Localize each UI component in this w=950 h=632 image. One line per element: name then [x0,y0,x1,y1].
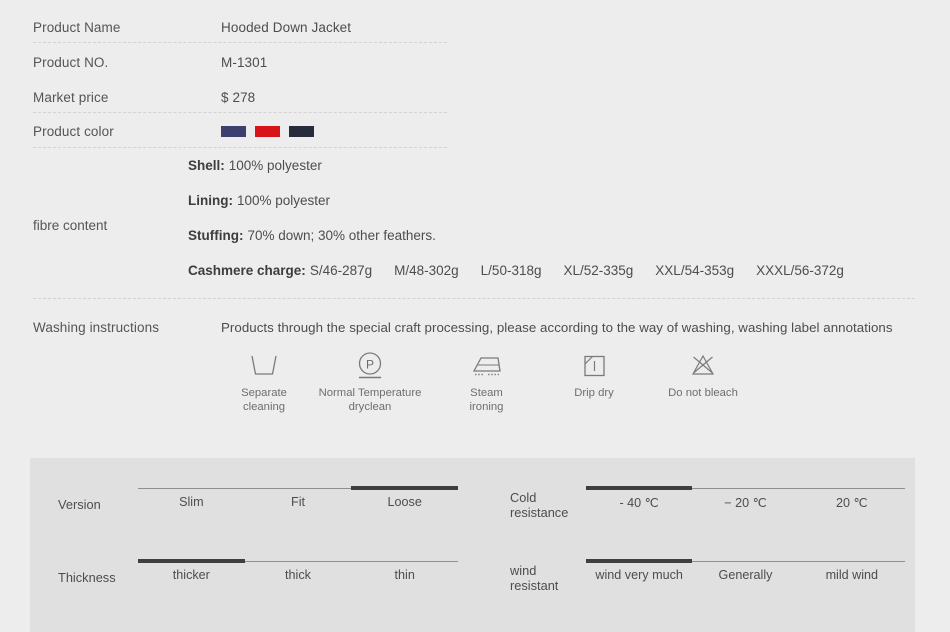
gauge-segment [692,487,799,489]
gauge-label-version: Version [58,497,101,512]
cashmere-size: XXL/54-353g [655,263,735,278]
gauge-segment-active [586,486,693,490]
spec-label-product-name: Product Name [33,20,121,35]
cashmere-size-list: S/46-287g M/48-302g L/50-318g XL/52-335g… [310,263,844,278]
color-swatch-navy-blue[interactable] [221,126,246,137]
spec-label-product-no: Product NO. [33,55,109,70]
gauge-tick-label: wind very much [595,568,683,582]
gauge-tick-label: thin [394,568,415,582]
steam-iron-icon [433,350,540,382]
spec-label-market-price: Market price [33,90,109,105]
fibre-text-stuffing: 70% down; 30% other feathers. [247,228,436,243]
fibre-key-shell: Shell: [188,158,225,173]
care-icon-item-do-not-bleach: Do not bleach [648,350,758,414]
fibre-content-block: fibre content Shell: 100% polyester Lini… [0,148,950,288]
spec-value-market-price: $ 278 [221,90,256,105]
gauge-segment [798,487,905,489]
cashmere-size: L/50-318g [480,263,542,278]
color-swatch-group [221,126,314,137]
care-icon-caption: Separate cleaning [241,387,287,413]
care-icon-item-dryclean: P Normal Temperature dryclean [307,350,433,414]
gauge-tick-label: thick [285,568,311,582]
care-icon-item-steam-ironing: Steam ironing [433,350,540,414]
gauge-segment [244,560,352,562]
spec-row-product-name: Product Name Hooded Down Jacket [0,10,950,45]
gauge-tick-label: thicker [172,568,210,582]
washing-instructions-block: Washing instructions Products through th… [0,320,950,413]
cashmere-size: XXXL/56-372g [756,263,844,278]
spec-value-product-no: M-1301 [221,55,268,70]
color-swatch-dark-navy[interactable] [289,126,314,137]
gauge-version: Version Slim Fit Loose [58,486,459,512]
gauge-thickness: Thickness thicker thick thin [58,559,459,585]
row-separator [33,112,447,113]
gauge-track-wind-resistant[interactable]: wind very much Generally mild wind [586,559,905,582]
section-separator [33,298,915,299]
fibre-line-lining: Lining: 100% polyester [188,183,950,218]
care-icon-item-drip-dry: Drip dry [540,350,648,414]
fibre-key-lining: Lining: [188,193,233,208]
svg-text:P: P [366,358,374,372]
care-icon-caption: Drip dry [574,387,614,399]
spec-row-product-color: Product color [0,114,950,149]
gauge-tick-label: - 40 ℃ [619,496,659,510]
gauge-segment-active [351,486,459,490]
gauge-track-cold-resistance[interactable]: - 40 ℃ − 20 ℃ 20 ℃ [586,486,905,510]
gauge-segment [692,560,799,562]
drip-dry-icon [540,350,648,382]
care-icon-caption: Steam ironing [469,387,504,413]
row-separator [33,42,447,43]
fibre-line-shell: Shell: 100% polyester [188,148,950,183]
gauge-tick-label: 20 ℃ [835,496,868,510]
spec-row-market-price: Market price $ 278 [0,80,950,115]
cashmere-size: S/46-287g [309,263,373,278]
gauge-label-cold-resistance: Cold resistance [510,490,569,520]
attribute-gauge-panel: Version Slim Fit Loose Cold resistance -… [30,458,915,632]
gauge-label-thickness: Thickness [58,570,116,585]
fibre-line-cashmere-charge: Cashmere charge: S/46-287g M/48-302g L/5… [188,253,950,288]
gauge-wind-resistant: wind resistant wind very much Generally … [510,559,905,593]
gauge-tick-label: Fit [291,495,305,509]
fibre-key-cashmere: Cashmere charge: [188,263,306,278]
spec-value-product-name: Hooded Down Jacket [221,20,352,35]
gauge-segment [798,560,905,562]
care-icon-row: Separate cleaning P Normal Temperature d… [221,350,758,414]
gauge-segment-active [586,559,693,563]
washing-instructions-label: Washing instructions [33,320,160,335]
do-not-bleach-icon [648,350,758,382]
spec-row-product-no: Product NO. M-1301 [0,45,950,80]
fibre-content-label: fibre content [33,218,108,233]
gauge-segment-active [138,559,245,563]
gauge-tick-label: Loose [387,495,422,509]
washing-description: Products through the special craft proce… [221,320,893,335]
gauge-segment [138,487,245,489]
fibre-line-stuffing: Stuffing: 70% down; 30% other feathers. [188,218,950,253]
fibre-content-lines: Shell: 100% polyester Lining: 100% polye… [188,148,950,288]
gauge-track-version[interactable]: Slim Fit Loose [138,486,459,509]
fibre-text-shell: 100% polyester [228,158,322,173]
gauge-tick-label: Slim [179,495,204,509]
gauge-segment [351,560,459,562]
spec-label-product-color: Product color [33,124,114,139]
cashmere-size: M/48-302g [394,263,459,278]
gauge-tick-label: mild wind [825,568,879,582]
gauge-tick-label: − 20 ℃ [724,496,767,510]
care-icon-item-separate-cleaning: Separate cleaning [221,350,307,414]
gauge-tick-label: Generally [718,568,773,582]
fibre-text-lining: 100% polyester [236,193,331,208]
gauge-label-wind-resistant: wind resistant [510,563,559,593]
care-icon-caption: Normal Temperature dryclean [318,387,422,413]
color-swatch-red[interactable] [255,126,280,137]
gauge-segment [244,487,352,489]
washing-head: Washing instructions Products through th… [0,320,950,335]
cashmere-size: XL/52-335g [563,263,634,278]
gauge-track-thickness[interactable]: thicker thick thin [138,559,459,582]
gauge-cold-resistance: Cold resistance - 40 ℃ − 20 ℃ 20 ℃ [510,486,905,520]
fibre-key-stuffing: Stuffing: [188,228,244,243]
care-icon-caption: Do not bleach [668,387,738,399]
dryclean-p-icon: P [307,350,433,382]
washtub-icon [221,350,307,382]
